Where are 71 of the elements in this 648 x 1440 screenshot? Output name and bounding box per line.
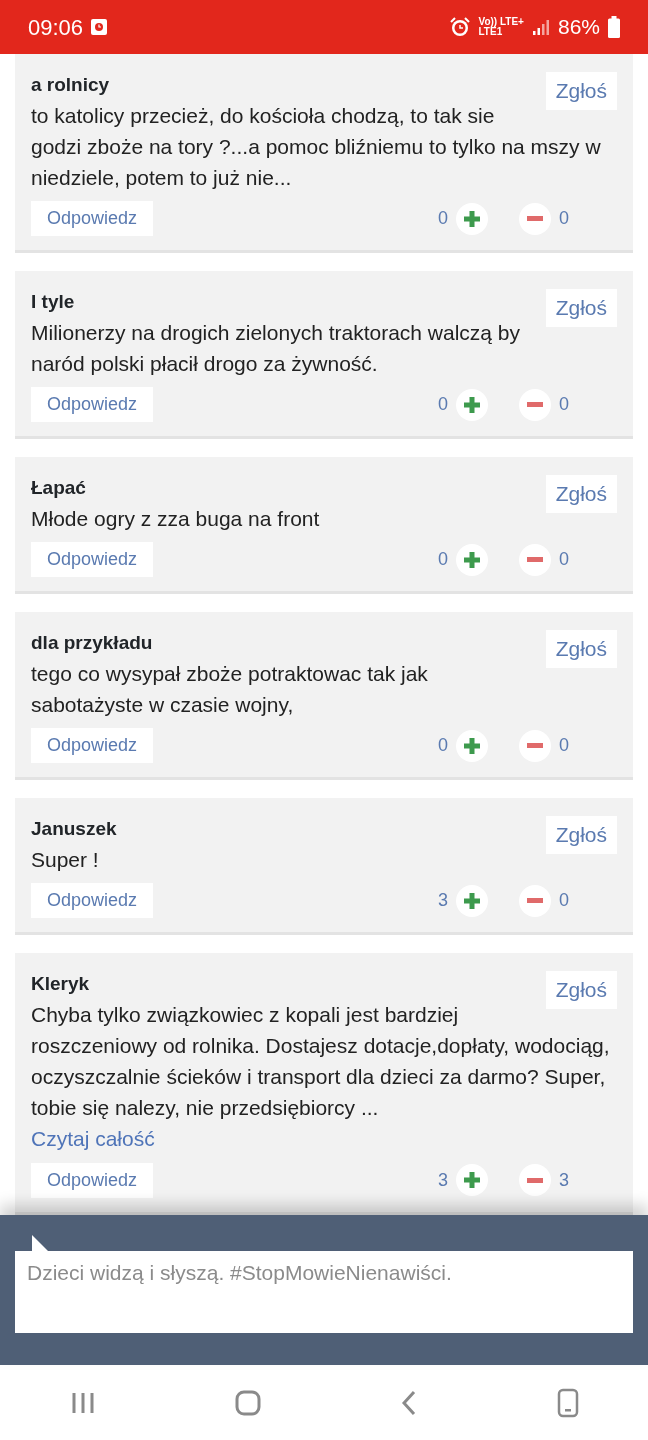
comment-text: Milionerzy na drogich zielonych traktorach walczą by naród polski płacił drogo za żywność.	[31, 320, 522, 377]
downvote-button[interactable]	[519, 202, 551, 235]
like-count: 0	[437, 207, 448, 230]
report-button[interactable]: Zgłoś	[545, 289, 617, 327]
upvote-button[interactable]	[456, 884, 488, 917]
phone-icon[interactable]	[556, 1387, 579, 1418]
clock-time: 09:06	[28, 13, 84, 42]
dislike-count: 0	[559, 393, 569, 416]
dislike-count: 0	[559, 207, 569, 230]
comment-text: tego co wysypał zboże potraktowac tak jak sabotażyste w czasie wojny,	[31, 661, 429, 718]
read-more-link[interactable]: Czytaj całość	[31, 1123, 155, 1155]
minus-icon	[525, 1177, 545, 1183]
network-label: LTE1	[478, 27, 504, 37]
upvote-button[interactable]	[456, 388, 488, 421]
alarm-icon	[448, 16, 471, 38]
downvote-button[interactable]	[519, 884, 551, 917]
network-label: Vo)) LTE+	[478, 17, 524, 27]
downvote-button[interactable]	[519, 388, 551, 421]
report-button[interactable]: Zgłoś	[545, 971, 617, 1009]
back-icon[interactable]	[399, 1389, 418, 1416]
reply-button[interactable]: Odpowiedz	[31, 542, 154, 577]
like-count: 3	[437, 889, 448, 912]
battery-percent: 86%	[557, 14, 600, 41]
like-count: 0	[437, 734, 448, 757]
downvote-button[interactable]	[519, 1164, 551, 1196]
upvote-button[interactable]	[456, 729, 488, 762]
reply-button[interactable]: Odpowiedz	[31, 1162, 154, 1198]
comment-author: I tyle	[31, 290, 75, 314]
minus-icon	[525, 557, 545, 562]
signal-icon	[531, 18, 550, 36]
downvote-button[interactable]	[519, 543, 551, 576]
report-button[interactable]: Zgłoś	[545, 816, 617, 854]
minus-icon	[525, 216, 545, 221]
comment-author: Łapać	[31, 476, 86, 500]
upvote-button[interactable]	[456, 1164, 488, 1196]
dislike-count: 0	[559, 734, 569, 757]
minus-icon	[525, 743, 545, 748]
reply-button[interactable]: Odpowiedz	[31, 728, 154, 763]
home-icon[interactable]	[234, 1389, 261, 1416]
reply-button[interactable]: Odpowiedz	[31, 883, 154, 918]
reply-button[interactable]: Odpowiedz	[31, 201, 154, 236]
minus-icon	[525, 898, 545, 903]
comment-author: a rolnicy	[31, 73, 110, 97]
upvote-button[interactable]	[456, 543, 488, 576]
comment-input[interactable]: Dzieci widzą i słyszą. #StopMowieNienawiści.	[15, 1251, 633, 1333]
comment-text: Super !	[31, 847, 100, 873]
like-count: 0	[437, 393, 448, 416]
reply-button[interactable]: Odpowiedz	[31, 387, 154, 422]
comment-author: dla przykładu	[31, 631, 153, 655]
comment-text: Młode ogry z zza buga na front	[31, 506, 321, 532]
plus-icon	[462, 1170, 482, 1190]
notification-icon	[91, 19, 108, 35]
report-button[interactable]: Zgłoś	[545, 72, 617, 110]
upvote-button[interactable]	[456, 202, 488, 235]
like-count: 0	[437, 548, 448, 571]
plus-icon	[462, 549, 482, 570]
plus-icon	[462, 890, 482, 911]
report-button[interactable]: Zgłoś	[545, 475, 617, 513]
minus-icon	[525, 402, 545, 407]
report-button[interactable]: Zgłoś	[545, 630, 617, 668]
battery-icon	[608, 16, 620, 38]
plus-icon	[462, 394, 482, 415]
downvote-button[interactable]	[519, 729, 551, 762]
dislike-count: 0	[559, 548, 569, 571]
dislike-count: 3	[559, 1168, 569, 1192]
comment-author: Kleryk	[31, 972, 90, 996]
plus-icon	[462, 735, 482, 756]
plus-icon	[462, 208, 482, 229]
comment-author: Januszek	[31, 817, 117, 841]
like-count: 3	[437, 1168, 448, 1192]
dislike-count: 0	[559, 889, 569, 912]
